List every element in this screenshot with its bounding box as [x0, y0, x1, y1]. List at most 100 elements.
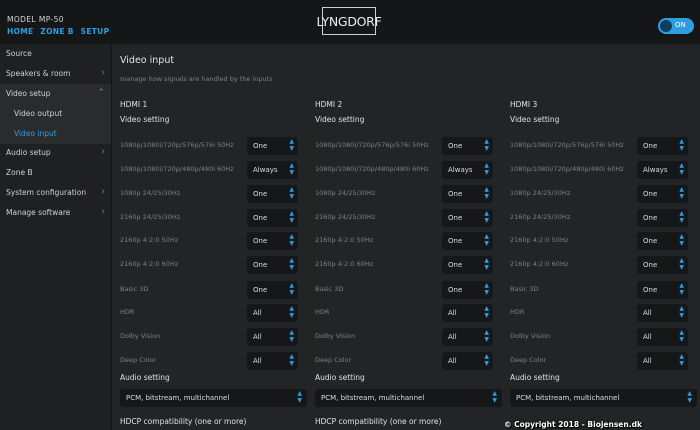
sidebar-item-6[interactable]: Zone B — [0, 163, 111, 183]
hdmi-column-3: HDMI 3 Video setting 1080p/1080i/720p/576p… — [510, 100, 700, 430]
setting-select[interactable]: All ▲ ▼ — [247, 328, 298, 346]
setting-select[interactable]: All ▲ ▼ — [637, 352, 688, 370]
setting-select[interactable]: All ▲ ▼ — [442, 352, 493, 370]
select-arrows-icon: ▲ ▼ — [679, 138, 684, 152]
select-arrows-icon: ▲ ▼ — [687, 390, 692, 404]
setting-value: One — [448, 142, 463, 150]
setting-select[interactable]: One ▲ ▼ — [247, 281, 298, 299]
select-arrows-icon: ▲ ▼ — [289, 257, 294, 271]
hdmi-column-1: HDMI 1 Video setting 1080p/1080i/720p/576p… — [120, 100, 310, 430]
column-heading: HDMI 1 — [120, 100, 148, 109]
sidebar-item-source[interactable]: Source — [0, 44, 111, 64]
setting-label: 1080p 24/25/30Hz — [510, 189, 571, 197]
setting-select[interactable]: All ▲ ▼ — [637, 328, 688, 346]
setting-label: 2160p 24/25/30Hz — [315, 213, 376, 221]
sidebar-item-5[interactable]: Audio setup › — [0, 143, 111, 163]
select-arrows-icon: ▲ ▼ — [679, 210, 684, 224]
sidebar-item-4[interactable]: Video input — [0, 124, 111, 144]
setting-value: One — [643, 237, 658, 245]
select-arrows-icon: ▲ ▼ — [484, 186, 489, 200]
select-arrows-icon: ▲ ▼ — [484, 138, 489, 152]
setting-select[interactable]: One ▲ ▼ — [442, 137, 493, 155]
setting-label: Deep Color — [315, 356, 352, 364]
setting-select[interactable]: One ▲ ▼ — [637, 256, 688, 274]
setting-value: One — [253, 237, 268, 245]
setting-label: 2160p 4:2:0 60Hz — [510, 260, 569, 268]
setting-value: One — [448, 214, 463, 222]
setting-value: All — [448, 333, 457, 341]
sidebar-item-1[interactable]: Speakers & room › — [0, 64, 111, 84]
setting-select[interactable]: Always ▲ ▼ — [637, 161, 688, 179]
setting-select[interactable]: One ▲ ▼ — [637, 232, 688, 250]
chevron-up-icon: ⌃ — [97, 88, 105, 98]
setting-select[interactable]: All ▲ ▼ — [247, 352, 298, 370]
setting-label: 2160p 4:2:0 60Hz — [120, 260, 179, 268]
select-arrows-icon: ▲ ▼ — [484, 233, 489, 247]
breadcrumb-zone-b[interactable]: ZONE B — [40, 27, 73, 36]
sidebar-item-3[interactable]: Video output — [0, 104, 111, 124]
setting-value: All — [643, 357, 652, 365]
setting-select[interactable]: One ▲ ▼ — [637, 137, 688, 155]
setting-select[interactable]: All ▲ ▼ — [442, 304, 493, 322]
audio-setting-value: PCM, bitstream, multichannel — [516, 394, 620, 402]
sidebar-item-label: Manage software — [6, 208, 71, 217]
audio-setting-select[interactable]: PCM, bitstream, multichannel ▲ ▼ — [120, 389, 307, 407]
power-toggle[interactable]: ON — [658, 18, 694, 34]
audio-setting-select[interactable]: PCM, bitstream, multichannel ▲ ▼ — [315, 389, 502, 407]
select-arrows-icon: ▲ ▼ — [289, 138, 294, 152]
audio-setting-select[interactable]: PCM, bitstream, multichannel ▲ ▼ — [510, 389, 697, 407]
setting-select[interactable]: One ▲ ▼ — [442, 232, 493, 250]
setting-label: HDR — [315, 308, 330, 316]
setting-value: One — [253, 214, 268, 222]
page-title: Video input — [120, 55, 175, 66]
setting-value: All — [643, 309, 652, 317]
setting-value: One — [643, 214, 658, 222]
select-arrows-icon: ▲ ▼ — [484, 162, 489, 176]
setting-select[interactable]: One ▲ ▼ — [442, 256, 493, 274]
setting-select[interactable]: All ▲ ▼ — [442, 328, 493, 346]
column-heading: HDMI 3 — [510, 100, 538, 109]
setting-select[interactable]: One ▲ ▼ — [247, 232, 298, 250]
setting-select[interactable]: One ▲ ▼ — [442, 185, 493, 203]
video-setting-heading: Video setting — [315, 115, 365, 124]
setting-label: 1080p 24/25/30Hz — [120, 189, 181, 197]
breadcrumb-home[interactable]: HOME — [7, 27, 33, 36]
setting-select[interactable]: One ▲ ▼ — [637, 209, 688, 227]
setting-select[interactable]: One ▲ ▼ — [442, 281, 493, 299]
setting-select[interactable]: One ▲ ▼ — [247, 256, 298, 274]
chevron-right-icon: › — [101, 187, 105, 197]
sidebar: Source Speakers & room › Video setup ⌃ Video … — [0, 44, 112, 430]
select-arrows-icon: ▲ ▼ — [679, 305, 684, 319]
select-arrows-icon: ▲ ▼ — [289, 305, 294, 319]
sidebar-item-8[interactable]: Manage software › — [0, 203, 111, 223]
setting-select[interactable]: Always ▲ ▼ — [247, 161, 298, 179]
breadcrumb-setup[interactable]: SETUP — [81, 27, 110, 36]
setting-label: Dolby Vision — [510, 332, 551, 340]
setting-select[interactable]: One ▲ ▼ — [247, 185, 298, 203]
setting-select[interactable]: Always ▲ ▼ — [442, 161, 493, 179]
sidebar-item-2[interactable]: Video setup ⌃ — [0, 84, 111, 104]
model-name: MODEL MP-50 — [7, 15, 64, 24]
setting-value: One — [253, 190, 268, 198]
setting-select[interactable]: One ▲ ▼ — [247, 137, 298, 155]
setting-label: 1080p 24/25/30Hz — [315, 189, 376, 197]
select-arrows-icon: ▲ ▼ — [679, 233, 684, 247]
setting-select[interactable]: All ▲ ▼ — [637, 304, 688, 322]
sidebar-item-label: Video setup — [6, 89, 51, 98]
select-arrows-icon: ▲ ▼ — [679, 186, 684, 200]
setting-select[interactable]: One ▲ ▼ — [637, 185, 688, 203]
sidebar-item-label: Source — [6, 49, 32, 58]
audio-setting-heading: Audio setting — [510, 373, 560, 382]
setting-select[interactable]: One ▲ ▼ — [637, 281, 688, 299]
setting-select[interactable]: All ▲ ▼ — [247, 304, 298, 322]
setting-label: 2160p 4:2:0 50Hz — [510, 236, 569, 244]
setting-value: All — [253, 333, 262, 341]
select-arrows-icon: ▲ ▼ — [289, 353, 294, 367]
setting-label: Basic 3D — [315, 285, 344, 293]
sidebar-item-7[interactable]: System configuration › — [0, 183, 111, 203]
select-arrows-icon: ▲ ▼ — [289, 210, 294, 224]
hdcp-heading: HDCP compatibility (one or more) — [120, 417, 247, 426]
sidebar-item-label: System configuration — [6, 188, 87, 197]
setting-select[interactable]: One ▲ ▼ — [247, 209, 298, 227]
setting-select[interactable]: One ▲ ▼ — [442, 209, 493, 227]
